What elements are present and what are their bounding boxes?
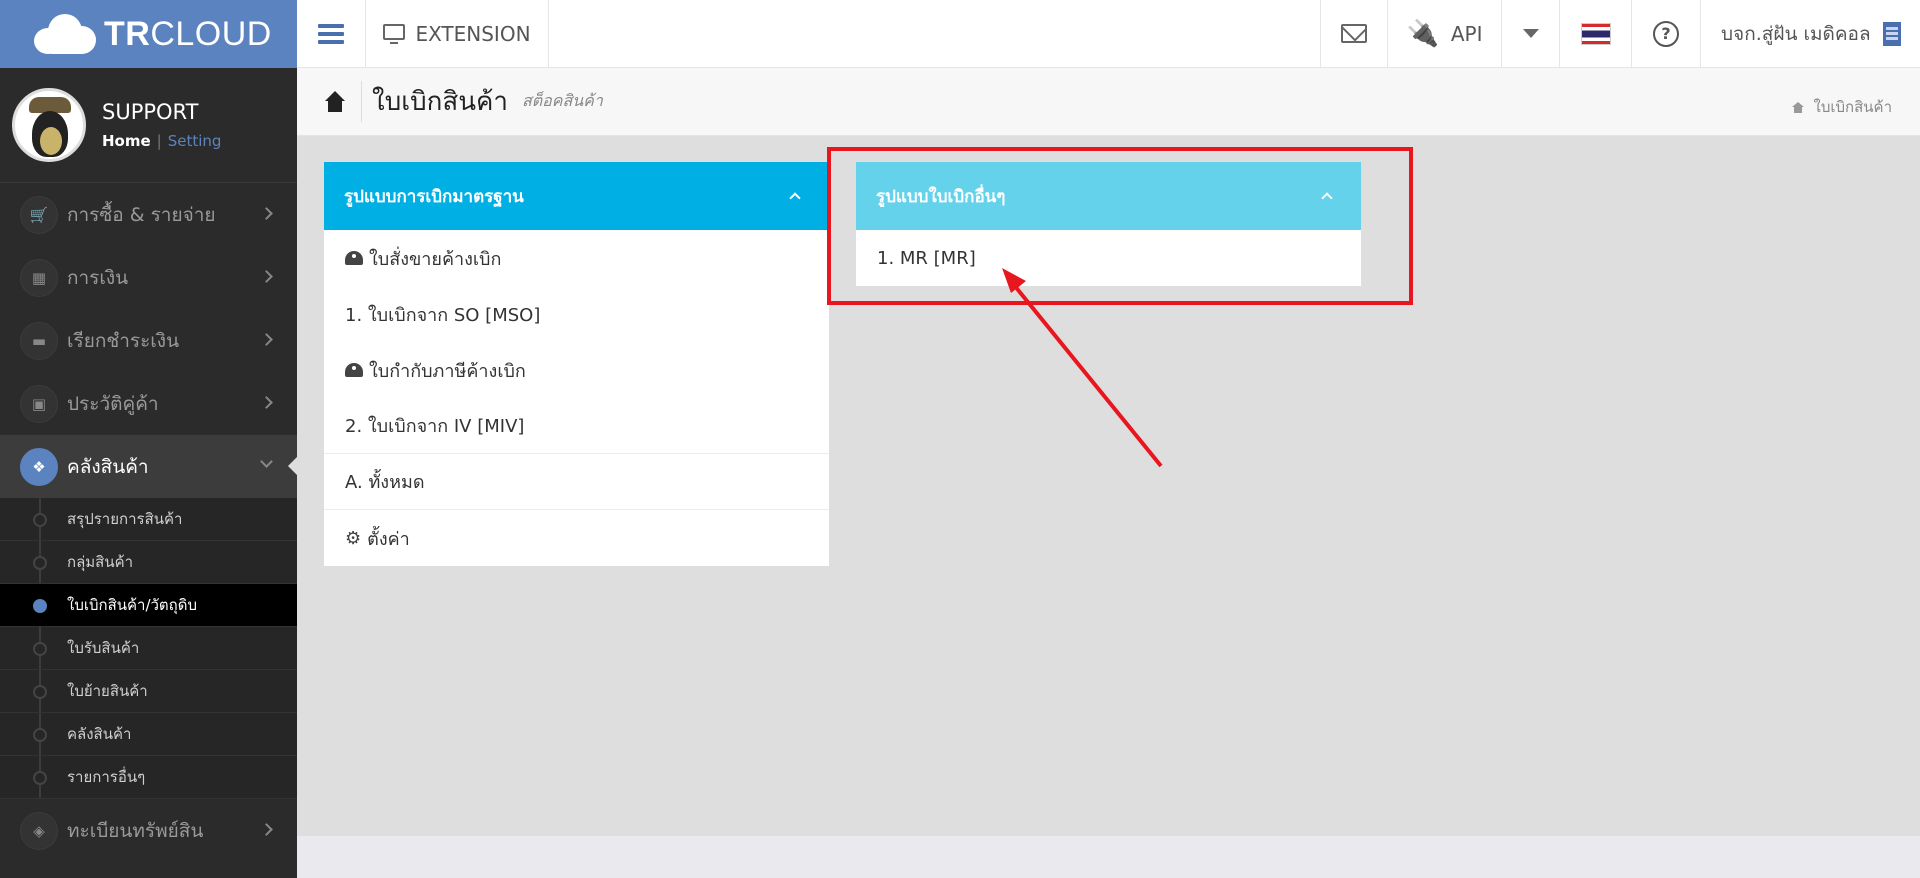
gears-icon: ⚙	[345, 527, 362, 549]
list-item-label: 2. ใบเบิกจาก IV [MIV]	[345, 416, 525, 437]
sidebar-item-label: ทะเบียนทรัพย์สิน	[67, 819, 204, 842]
breadcrumb: ใบเบิกสินค้า	[1791, 95, 1892, 119]
dashboard-icon	[345, 251, 363, 265]
list-item-label: ใบกำกับภาษีค้างเบิก	[369, 360, 526, 382]
sidebar-item-label: การซื้อ & รายจ่าย	[67, 203, 216, 226]
top-navbar: EXTENSION 🔌 API ? บจก.สู่ฝัน เมดิคอล	[297, 0, 1920, 68]
home-icon[interactable]	[1791, 101, 1804, 113]
list-item-miv[interactable]: 2. ใบเบิกจาก IV [MIV]	[324, 398, 829, 454]
panel-title: รูปแบบการเบิกมาตรฐาน	[344, 186, 524, 207]
page-header: ใบเบิกสินค้า สต็อคสินค้า ใบเบิกสินค้า	[297, 68, 1920, 136]
list-item-mso[interactable]: 1. ใบเบิกจาก SO [MSO]	[324, 286, 829, 342]
calendar-icon: ▦	[20, 258, 58, 297]
extension-label: EXTENSION	[415, 21, 531, 46]
home-link[interactable]: Home	[102, 132, 151, 150]
list-item-pending-sales-orders[interactable]: ใบสั่งขายค้างเบิก	[324, 230, 829, 286]
sidebar-item-warehouse[interactable]: ❖ คลังสินค้า	[0, 435, 297, 498]
list-item-label: ใบสั่งขายค้างเบิก	[369, 248, 502, 270]
envelope-icon	[1341, 24, 1367, 43]
warehouse-submenu: สรุปรายการสินค้า กลุ่มสินค้า ใบเบิกสินค้…	[0, 498, 297, 799]
submenu-item-requisition[interactable]: ใบเบิกสินค้า/วัตถุดิบ	[0, 584, 297, 627]
company-name: บจก.สู่ฝัน เมดิคอล	[1721, 22, 1871, 45]
monitor-icon	[383, 23, 406, 44]
thai-flag-icon	[1580, 22, 1611, 45]
caret-down-icon	[1522, 29, 1539, 38]
hamburger-icon	[318, 23, 344, 44]
list-item-label: A. ทั้งหมด	[345, 472, 425, 493]
home-icon[interactable]	[323, 90, 347, 113]
company-menu[interactable]: บจก.สู่ฝัน เมดิคอล	[1701, 0, 1920, 67]
setting-link[interactable]: Setting	[168, 132, 222, 150]
breadcrumb-current: ใบเบิกสินค้า	[1813, 98, 1892, 116]
cubes-icon: ❖	[20, 447, 58, 486]
menu-toggle-button[interactable]	[297, 0, 366, 67]
page-title: ใบเบิกสินค้า	[361, 81, 508, 122]
credit-card-icon: ▬	[20, 321, 58, 360]
building-icon	[1882, 21, 1901, 46]
api-button[interactable]: 🔌 API	[1388, 0, 1502, 67]
cart-icon: 🛒	[20, 195, 58, 234]
dashboard-icon	[345, 363, 363, 377]
submenu-item-other[interactable]: รายการอื่นๆ	[0, 756, 297, 799]
chevron-right-icon	[260, 396, 273, 409]
submenu-item-product-group[interactable]: กลุ่มสินค้า	[0, 541, 297, 584]
help-button[interactable]: ?	[1632, 0, 1701, 67]
user-profile: SUPPORT Home | Setting	[0, 68, 297, 183]
chevron-up-icon[interactable]	[789, 192, 801, 204]
link-separator: |	[156, 132, 162, 150]
page-footer	[297, 836, 1920, 878]
list-item-settings[interactable]: ⚙ ตั้งค่า	[324, 510, 829, 566]
chevron-right-icon	[260, 207, 273, 220]
sidebar-item-label: คลังสินค้า	[67, 455, 149, 478]
chevron-right-icon	[260, 823, 273, 836]
submenu-item-product-summary[interactable]: สรุปรายการสินค้า	[0, 498, 297, 541]
brand-name: TRCLOUD	[104, 14, 272, 53]
language-button[interactable]	[1560, 0, 1632, 67]
sidebar-item-finance[interactable]: ▦ การเงิน	[0, 246, 297, 309]
messages-button[interactable]	[1321, 0, 1388, 67]
extension-button[interactable]: EXTENSION	[366, 0, 549, 67]
list-item-all[interactable]: A. ทั้งหมด	[324, 454, 829, 510]
chevron-right-icon	[260, 333, 273, 346]
sidebar-item-billing[interactable]: ▬ เรียกชำระเงิน	[0, 309, 297, 372]
diamond-icon: ◈	[20, 811, 58, 850]
question-circle-icon: ?	[1653, 20, 1679, 47]
sidebar-item-label: ประวัติคู่ค้า	[67, 392, 159, 415]
list-item-label: 1. ใบเบิกจาก SO [MSO]	[345, 304, 541, 326]
dropdown-toggle[interactable]	[1502, 0, 1560, 67]
standard-requisition-panel: รูปแบบการเบิกมาตรฐาน ใบสั่งขายค้างเบิก 1…	[324, 162, 829, 566]
address-book-icon: ▣	[20, 384, 58, 423]
sidebar-item-partners[interactable]: ▣ ประวัติคู่ค้า	[0, 372, 297, 435]
api-label: API	[1450, 21, 1483, 46]
chevron-right-icon	[260, 270, 273, 283]
plug-icon: 🔌	[1406, 18, 1439, 49]
sidebar-item-label: เรียกชำระเงิน	[67, 329, 180, 352]
list-item-label: ตั้งค่า	[367, 528, 410, 550]
submenu-item-goods-receipt[interactable]: ใบรับสินค้า	[0, 627, 297, 670]
sidebar-item-assets[interactable]: ◈ ทะเบียนทรัพย์สิน	[0, 799, 297, 862]
panel-header[interactable]: รูปแบบการเบิกมาตรฐาน	[324, 162, 829, 230]
sidebar-item-purchase[interactable]: 🛒 การซื้อ & รายจ่าย	[0, 183, 297, 246]
avatar[interactable]	[12, 88, 86, 162]
sidebar: SUPPORT Home | Setting 🛒 การซื้อ & รายจ่าย…	[0, 68, 297, 878]
page-subtitle: สต็อคสินค้า	[521, 91, 603, 110]
cloud-icon	[34, 14, 96, 54]
submenu-item-warehouse[interactable]: คลังสินค้า	[0, 713, 297, 756]
brand-logo[interactable]: TRCLOUD	[0, 0, 297, 68]
submenu-item-transfer[interactable]: ใบย้ายสินค้า	[0, 670, 297, 713]
list-item-pending-invoices[interactable]: ใบกำกับภาษีค้างเบิก	[324, 342, 829, 398]
chevron-down-icon	[260, 455, 273, 468]
profile-name: SUPPORT	[102, 100, 199, 124]
annotation-highlight-box	[827, 147, 1413, 305]
topbar-spacer	[549, 0, 1321, 67]
sidebar-item-label: การเงิน	[67, 266, 129, 289]
